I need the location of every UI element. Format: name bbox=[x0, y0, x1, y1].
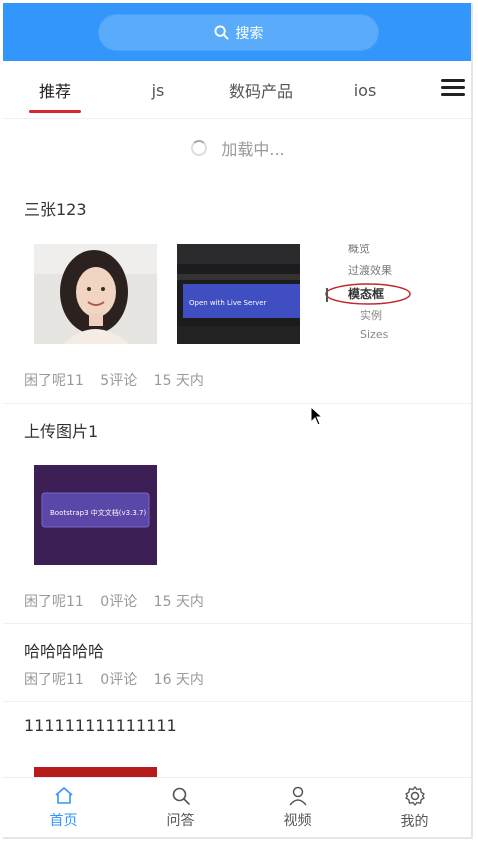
article-item[interactable]: 111111111111111 bbox=[3, 703, 471, 777]
article-meta: 困了呢11 0评论 15 天内 bbox=[24, 591, 216, 611]
tab-label: 数码产品 bbox=[228, 82, 293, 101]
channel-tabs: 推荐 js 数码产品 ios bbox=[3, 61, 471, 119]
tab-ios[interactable]: ios bbox=[330, 61, 400, 119]
article-time: 16 天内 bbox=[153, 672, 204, 688]
divider bbox=[3, 701, 471, 702]
search-icon bbox=[172, 787, 190, 805]
bootstrap-caption: Bootstrap3 中文文档(v3.3.7) bbox=[50, 508, 146, 517]
video-screenshot[interactable]: Open with Live Server bbox=[177, 244, 300, 344]
svg-text:模态框: 模态框 bbox=[348, 286, 384, 301]
tab-label: 推荐 bbox=[38, 82, 71, 101]
article-title: 上传图片1 bbox=[24, 422, 99, 441]
svg-text:过渡效果: 过渡效果 bbox=[348, 263, 392, 277]
mouse-cursor-icon bbox=[310, 406, 324, 426]
article-title: 111111111111111 bbox=[24, 716, 177, 735]
top-bar: 搜索 bbox=[3, 3, 471, 61]
portrait-photo[interactable] bbox=[34, 244, 157, 344]
gear-icon bbox=[404, 786, 425, 806]
article-item[interactable]: 哈哈哈哈哈 困了呢11 0评论 16 天内 bbox=[3, 625, 471, 701]
search-icon bbox=[213, 25, 229, 40]
tab-digital-products[interactable]: 数码产品 bbox=[216, 61, 306, 119]
article-time: 15 天内 bbox=[153, 594, 204, 610]
tab-js[interactable]: js bbox=[123, 61, 193, 119]
divider bbox=[3, 623, 471, 624]
article-author: 困了呢11 bbox=[24, 672, 84, 688]
bottom-nav: 首页 问答 视频 我的 bbox=[3, 777, 471, 837]
article-title: 三张123 bbox=[24, 200, 87, 219]
nav-label: 首页 bbox=[49, 813, 78, 829]
article-item[interactable]: 三张123 Open with Live Server 概览 过渡效果 模态框 … bbox=[3, 183, 471, 403]
spinner-icon bbox=[191, 140, 208, 156]
svg-text:概览: 概览 bbox=[348, 244, 370, 255]
app-frame: 搜索 推荐 js 数码产品 ios 加载中... 三张123 Open with… bbox=[3, 3, 473, 839]
nav-label: 我的 bbox=[400, 814, 429, 830]
article-comments: 0评论 bbox=[100, 672, 138, 688]
active-tab-indicator bbox=[29, 110, 81, 113]
tab-recommend[interactable]: 推荐 bbox=[20, 61, 90, 119]
tab-label: js bbox=[151, 80, 165, 100]
article-item[interactable]: 上传图片1 Bootstrap3 中文文档(v3.3.7) 困了呢11 0评论 … bbox=[3, 405, 471, 623]
article-author: 困了呢11 bbox=[24, 373, 84, 389]
loading-indicator: 加载中... bbox=[3, 133, 471, 163]
article-comments: 0评论 bbox=[100, 594, 138, 610]
search-label: 搜索 bbox=[235, 25, 264, 42]
article-meta: 困了呢11 0评论 16 天内 bbox=[24, 669, 216, 689]
article-title: 哈哈哈哈哈 bbox=[24, 642, 105, 661]
video-caption: Open with Live Server bbox=[189, 299, 267, 307]
svg-text:实例: 实例 bbox=[360, 308, 382, 322]
nav-qa[interactable]: 问答 bbox=[122, 778, 239, 837]
article-time: 15 天内 bbox=[153, 373, 204, 389]
nav-profile[interactable]: 我的 bbox=[356, 778, 471, 837]
nav-video[interactable]: 视频 bbox=[239, 778, 356, 837]
user-icon bbox=[288, 786, 307, 806]
nav-label: 问答 bbox=[166, 813, 195, 829]
article-meta: 困了呢11 5评论 15 天内 bbox=[24, 370, 216, 390]
article-comments: 5评论 bbox=[100, 373, 138, 389]
svg-text:Sizes: Sizes bbox=[360, 328, 389, 341]
bootstrap-screenshot[interactable]: Bootstrap3 中文文档(v3.3.7) bbox=[34, 465, 157, 565]
tab-label: ios bbox=[353, 80, 377, 100]
search-button[interactable]: 搜索 bbox=[98, 14, 379, 51]
nav-home[interactable]: 首页 bbox=[5, 778, 122, 837]
article-author: 困了呢11 bbox=[24, 594, 84, 610]
hamburger-menu-icon[interactable] bbox=[441, 77, 467, 99]
doc-menu-screenshot[interactable]: 概览 过渡效果 模态框 实例 Sizes bbox=[320, 244, 443, 344]
nav-label: 视频 bbox=[283, 813, 312, 829]
home-icon bbox=[54, 787, 73, 804]
article-thumbnail[interactable] bbox=[34, 767, 157, 777]
loading-text: 加载中... bbox=[221, 140, 285, 159]
divider bbox=[3, 403, 471, 404]
